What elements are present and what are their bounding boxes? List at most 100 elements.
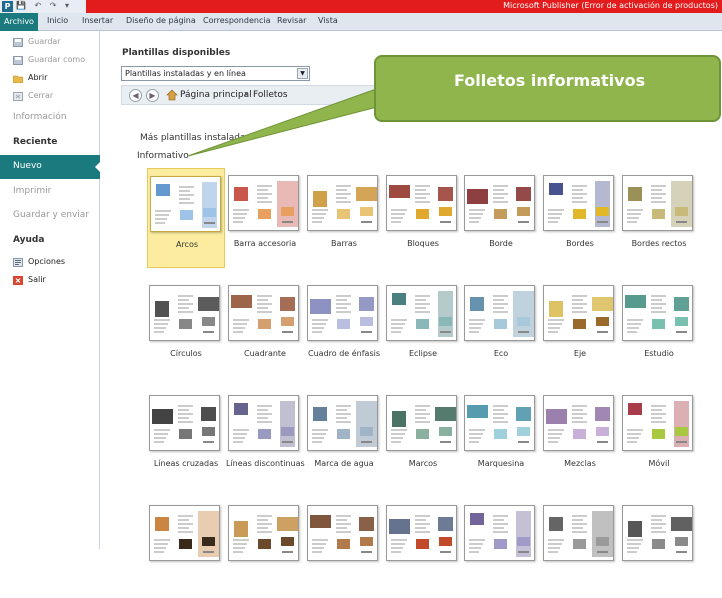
template-thumbnail: [228, 505, 299, 561]
template-tile[interactable]: Mezclas: [541, 388, 619, 488]
template-tile[interactable]: Marquesina: [462, 388, 540, 488]
template-tile[interactable]: Estudio: [620, 278, 698, 378]
template-tile[interactable]: Barras: [305, 168, 383, 268]
brochure-panel: [546, 179, 567, 227]
template-tile[interactable]: Eco: [462, 278, 540, 378]
tab-archivo[interactable]: Archivo: [0, 13, 38, 31]
template-tile[interactable]: Eclipse: [384, 278, 462, 378]
template-tile[interactable]: Marcos: [384, 388, 462, 488]
publisher-app-icon[interactable]: P: [2, 1, 13, 12]
brochure-panel: [310, 289, 331, 337]
brochure-panel: [648, 179, 669, 227]
template-source-select[interactable]: Plantillas instaladas y en línea ▼: [121, 66, 310, 81]
tab-revisar[interactable]: Revisar: [277, 16, 306, 25]
save-icon: [13, 38, 23, 47]
menu-new[interactable]: Nuevo: [0, 155, 101, 179]
brochure-panel: [625, 399, 646, 447]
template-tile[interactable]: [147, 498, 225, 598]
brochure-panel: [648, 289, 669, 337]
template-name: Círculos: [170, 349, 202, 358]
brochure-panel: [490, 179, 511, 227]
template-thumbnail: [386, 175, 457, 231]
breadcrumb-separator: ▸: [245, 90, 249, 98]
brochure-panel: [513, 399, 534, 447]
brochure-panel: [310, 179, 331, 227]
template-thumbnail: [464, 505, 535, 561]
brochure-panel: [412, 179, 433, 227]
brochure-panel: [152, 289, 173, 337]
template-tile[interactable]: Círculos: [147, 278, 225, 378]
template-tile[interactable]: Móvil: [620, 388, 698, 488]
template-name: Móvil: [648, 459, 670, 468]
brochure-panel: [671, 179, 692, 227]
template-tile[interactable]: Arcos: [147, 168, 225, 268]
brochure-panel: [412, 509, 433, 557]
template-tile[interactable]: Borde: [462, 168, 540, 268]
forward-icon[interactable]: ▶: [146, 89, 159, 102]
brochure-panel: [389, 399, 410, 447]
brochure-panel: [513, 289, 534, 337]
brochure-panel: [175, 509, 196, 557]
template-tile[interactable]: [541, 498, 619, 598]
brochure-panel: [412, 399, 433, 447]
quick-access-toolbar[interactable]: 💾 ↶ ↷ ▾: [16, 1, 72, 10]
backstage-menu: Guardar Guardar como Abrir Cerrar Inform…: [0, 31, 101, 549]
brochure-panel: [625, 289, 646, 337]
callout-text: Folletos informativos: [454, 71, 646, 90]
template-thumbnail: [307, 505, 378, 561]
tab-diseno-pagina[interactable]: Diseño de página: [126, 16, 196, 25]
brochure-panel: [592, 509, 613, 557]
template-thumbnail: [307, 395, 378, 451]
brochure-panel: [199, 180, 220, 228]
brochure-panel: [490, 509, 511, 557]
tab-inicio[interactable]: Inicio: [47, 16, 68, 25]
template-tile[interactable]: Líneas discontinuas: [226, 388, 305, 488]
template-tile[interactable]: Bordes rectos: [620, 168, 698, 268]
breadcrumb-current[interactable]: Folletos: [253, 90, 288, 100]
template-name: Cuadrante: [244, 349, 286, 358]
tab-correspondencia[interactable]: Correspondencia: [203, 16, 270, 25]
template-tile[interactable]: Barra accesoria: [226, 168, 304, 268]
template-thumbnail: [386, 285, 457, 341]
back-icon[interactable]: ◀: [129, 89, 142, 102]
brochure-panel: [648, 509, 669, 557]
template-tile[interactable]: Líneas cruzadas: [147, 388, 225, 488]
brochure-panel: [254, 509, 275, 557]
template-thumbnail: [464, 175, 535, 231]
template-tile[interactable]: [226, 498, 304, 598]
options-icon: [13, 258, 23, 267]
chevron-down-icon[interactable]: ▼: [297, 68, 308, 79]
template-tile[interactable]: Cuadro de énfasis: [305, 278, 383, 378]
brochure-panel: [231, 179, 252, 227]
template-tile[interactable]: [462, 498, 540, 598]
brochure-panel: [490, 399, 511, 447]
brochure-panel: [467, 399, 488, 447]
template-name: Barras: [331, 239, 357, 248]
brochure-panel: [546, 509, 567, 557]
ribbon-tabs: Archivo Inicio Insertar Diseño de página…: [0, 13, 722, 31]
brochure-panel: [231, 289, 252, 337]
brochure-panel: [153, 180, 174, 228]
template-tile[interactable]: Bloques: [384, 168, 462, 268]
template-name: Eclipse: [408, 349, 438, 358]
template-tile[interactable]: Eje: [541, 278, 619, 378]
brochure-panel: [625, 179, 646, 227]
template-tile[interactable]: Marca de agua: [305, 388, 383, 488]
brochure-panel: [546, 399, 567, 447]
template-tile[interactable]: [305, 498, 383, 598]
template-tile[interactable]: [620, 498, 698, 598]
breadcrumb-home[interactable]: Página principal: [180, 90, 252, 100]
tab-insertar[interactable]: Insertar: [82, 16, 113, 25]
template-tile[interactable]: Bordes: [541, 168, 619, 268]
brochure-panel: [435, 509, 456, 557]
template-thumbnail: [307, 285, 378, 341]
more-templates-link[interactable]: Más plantillas instaladas: [140, 133, 250, 143]
brochure-panel: [277, 399, 298, 447]
brochure-panel: [569, 289, 590, 337]
template-thumbnail: [543, 285, 614, 341]
template-thumbnail: [386, 395, 457, 451]
template-thumbnail: [543, 175, 614, 231]
template-tile[interactable]: Cuadrante: [226, 278, 304, 378]
template-tile[interactable]: [384, 498, 462, 598]
tab-vista[interactable]: Vista: [318, 16, 338, 25]
